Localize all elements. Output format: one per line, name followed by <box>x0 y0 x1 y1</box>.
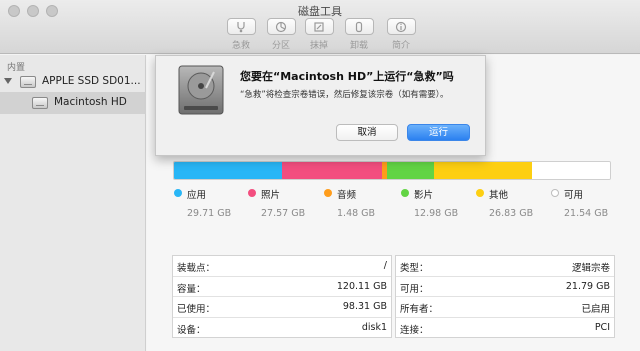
disclosure-triangle-icon[interactable] <box>4 78 12 84</box>
first-aid-dialog: 您要在“Macintosh HD”上运行“急救”吗 “急救”将检查宗卷错误，然后… <box>155 55 486 156</box>
window-title: 磁盘工具 <box>298 5 342 18</box>
table-row: 可用： 21.79 GB <box>396 277 614 297</box>
disk-utility-window: 磁盘工具 急救 分区 抹掉 卸载 简介 内置 APPLE SSD SD01...… <box>0 0 640 351</box>
legend-label: 其他 <box>489 190 509 201</box>
legend-label: 可用 <box>564 190 584 201</box>
legend-dot <box>324 189 332 197</box>
table-row: 连接： PCI <box>396 318 614 339</box>
info-value: 21.79 GB <box>565 280 610 292</box>
legend-size: 21.54 GB <box>564 208 609 219</box>
info-icon[interactable] <box>386 18 416 35</box>
usage-segment <box>174 162 282 179</box>
hard-disk-icon <box>20 76 36 88</box>
info-value: 已启用 <box>581 304 610 315</box>
info-value: 98.31 GB <box>342 301 387 312</box>
info-value: 逻辑宗卷 <box>571 263 610 274</box>
info-key: 已使用： <box>177 304 216 315</box>
toolbar-label: 简介 <box>391 41 410 51</box>
toolbar-partition[interactable]: 分区 <box>264 18 298 51</box>
legend-size: 12.98 GB <box>414 208 459 219</box>
table-row: 设备： disk1 <box>173 318 391 339</box>
info-key: 容量： <box>177 283 206 295</box>
eject-icon[interactable] <box>344 18 374 35</box>
volume-icon <box>32 97 48 109</box>
legend-dot <box>248 189 256 197</box>
run-button[interactable]: 运行 <box>407 124 470 141</box>
legend-dot <box>174 189 182 197</box>
table-row: 所有者： 已启用 <box>396 297 614 318</box>
info-table-left: 装载点： / 容量： 120.11 GB 已使用： 98.31 GB 设备： d… <box>172 255 392 338</box>
toolbar-label: 卸载 <box>349 41 368 51</box>
usage-segment <box>387 162 435 179</box>
cancel-button[interactable]: 取消 <box>336 124 398 141</box>
info-value: PCI <box>594 321 610 333</box>
sidebar-item-volume[interactable]: Macintosh HD <box>0 92 146 114</box>
table-row: 类型： 逻辑宗卷 <box>396 256 614 277</box>
legend-label: 照片 <box>261 190 281 201</box>
legend-dot <box>401 189 409 197</box>
info-key: 装载点： <box>177 263 216 274</box>
legend-dot <box>476 189 484 197</box>
first-aid-stethoscope-icon[interactable] <box>226 18 256 35</box>
info-key: 所有者： <box>400 304 439 315</box>
legend-size: 26.83 GB <box>489 208 534 219</box>
legend-label: 音频 <box>337 190 357 201</box>
usage-segment <box>531 162 610 179</box>
info-value: 120.11 GB <box>336 280 387 292</box>
table-row: 已使用： 98.31 GB <box>173 297 391 318</box>
dialog-message: “急救”将检查宗卷错误，然后修复该宗卷（如有需要）。 <box>240 90 449 100</box>
sidebar: 内置 APPLE SSD SD01... Macintosh HD <box>0 55 146 351</box>
hard-drive-icon <box>178 65 224 115</box>
info-table-right: 类型： 逻辑宗卷 可用： 21.79 GB 所有者： 已启用 连接： PCI <box>395 255 615 338</box>
toolbar-label: 急救 <box>231 41 250 51</box>
toolbar-first-aid[interactable]: 急救 <box>224 18 258 51</box>
sidebar-item-disk[interactable]: APPLE SSD SD01... <box>0 71 146 93</box>
info-value: / <box>383 260 387 271</box>
legend-label: 影片 <box>414 190 434 201</box>
legend-dot <box>551 189 559 197</box>
table-row: 装载点： / <box>173 256 391 277</box>
sidebar-item-label: Macintosh HD <box>54 96 127 108</box>
info-key: 类型： <box>400 263 429 274</box>
legend-size: 27.57 GB <box>261 208 306 219</box>
info-key: 可用： <box>400 283 429 295</box>
titlebar: 磁盘工具 急救 分区 抹掉 卸载 简介 <box>0 0 640 54</box>
erase-icon[interactable] <box>304 18 334 35</box>
toolbar-unmount[interactable]: 卸载 <box>342 18 376 51</box>
toolbar-info[interactable]: 简介 <box>384 18 418 51</box>
usage-segment <box>434 162 532 179</box>
toolbar-label: 抹掉 <box>309 41 328 51</box>
legend-size: 29.71 GB <box>187 208 232 219</box>
legend-size: 1.48 GB <box>337 208 376 219</box>
legend-label: 应用 <box>187 190 207 201</box>
sidebar-item-label: APPLE SSD SD01... <box>42 75 141 87</box>
toolbar-erase[interactable]: 抹掉 <box>302 18 336 51</box>
dialog-title: 您要在“Macintosh HD”上运行“急救”吗 <box>240 70 454 83</box>
info-key: 设备： <box>177 324 206 336</box>
toolbar-label: 分区 <box>271 41 290 51</box>
info-key: 连接： <box>400 324 429 336</box>
partition-pie-icon[interactable] <box>266 18 296 35</box>
table-row: 容量： 120.11 GB <box>173 277 391 297</box>
usage-bar <box>173 161 611 180</box>
info-value: disk1 <box>361 321 387 333</box>
usage-segment <box>281 162 382 179</box>
